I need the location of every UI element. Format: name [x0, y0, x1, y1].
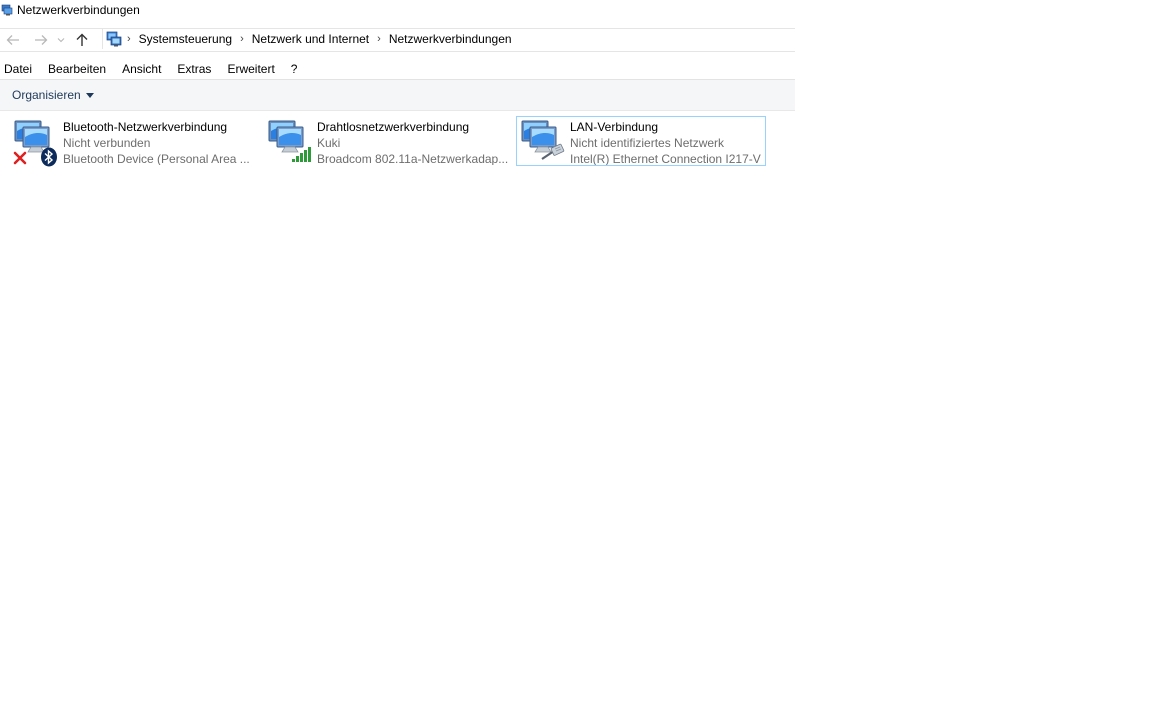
bluetooth-icon — [41, 147, 57, 167]
disconnected-x-icon — [13, 151, 27, 165]
connection-texts: Drahtlosnetzwerkverbindung Kuki Broadcom… — [317, 117, 508, 165]
breadcrumb-systemsteuerung[interactable]: Systemsteuerung — [139, 32, 232, 46]
ethernet-cable-icon — [541, 143, 565, 160]
breadcrumb-separator-icon[interactable]: › — [127, 33, 131, 45]
chevron-down-icon — [57, 38, 65, 43]
organize-button[interactable]: Organisieren — [12, 88, 94, 102]
connection-name: Bluetooth-Netzwerkverbindung — [63, 120, 228, 134]
back-arrow-icon — [6, 35, 19, 45]
network-computer-icon — [265, 117, 313, 165]
connection-name: Drahtlosnetzwerkverbindung — [317, 120, 470, 134]
connection-status: Nicht verbunden — [63, 136, 151, 150]
connection-status: Nicht identifiziertes Netzwerk — [570, 136, 725, 150]
connection-item-wireless[interactable]: Drahtlosnetzwerkverbindung Kuki Broadcom… — [264, 116, 512, 166]
network-computer-icon — [11, 117, 59, 167]
connection-status: Kuki — [317, 136, 341, 150]
recent-locations-button[interactable] — [54, 30, 68, 50]
connection-texts: LAN-Verbindung Nicht identifiziertes Net… — [570, 117, 761, 165]
menu-ansicht[interactable]: Ansicht — [117, 62, 169, 76]
forward-arrow-icon — [35, 35, 48, 45]
breadcrumb-separator-icon[interactable]: › — [240, 33, 244, 45]
connection-texts: Bluetooth-Netzwerkverbindung Nicht verbu… — [63, 117, 250, 165]
menu-help[interactable]: ? — [286, 62, 306, 76]
organize-label: Organisieren — [12, 88, 81, 102]
network-computer-icon — [518, 117, 566, 165]
menu-bearbeiten[interactable]: Bearbeiten — [43, 62, 114, 76]
title-bar: Netzwerkverbindungen — [0, 0, 795, 20]
navigation-bar: › Systemsteuerung › Netzwerk und Interne… — [0, 28, 795, 52]
forward-button[interactable] — [28, 30, 54, 50]
back-button[interactable] — [0, 30, 26, 50]
dropdown-caret-icon — [85, 92, 94, 98]
connection-device: Broadcom 802.11a-Netzwerkadap... — [317, 152, 509, 165]
up-arrow-icon — [76, 33, 88, 46]
window-title: Netzwerkverbindungen — [17, 3, 140, 17]
connection-device: Bluetooth Device (Personal Area ... — [63, 152, 250, 165]
menu-extras[interactable]: Extras — [172, 62, 219, 76]
up-button[interactable] — [69, 30, 95, 50]
address-bar[interactable]: › Systemsteuerung › Netzwerk und Interne… — [102, 29, 796, 49]
breadcrumb-netzwerkverbindungen[interactable]: Netzwerkverbindungen — [389, 32, 512, 46]
breadcrumb-separator-icon[interactable]: › — [377, 33, 381, 45]
menu-bar: Datei Bearbeiten Ansicht Extras Erweiter… — [0, 60, 308, 78]
connection-device: Intel(R) Ethernet Connection I217-V — [570, 152, 761, 165]
connection-item-lan[interactable]: LAN-Verbindung Nicht identifiziertes Net… — [516, 116, 766, 166]
breadcrumb-netzwerk-und-internet[interactable]: Netzwerk und Internet — [252, 32, 369, 46]
menu-erweitert[interactable]: Erweitert — [222, 62, 282, 76]
command-bar: Organisieren — [0, 79, 795, 111]
network-connections-app-icon — [1, 4, 13, 16]
connection-name: LAN-Verbindung — [570, 120, 659, 134]
connection-item-bluetooth[interactable]: Bluetooth-Netzwerkverbindung Nicht verbu… — [10, 116, 256, 167]
wifi-signal-icon — [292, 147, 311, 162]
control-panel-icon — [106, 31, 122, 47]
menu-datei[interactable]: Datei — [0, 62, 40, 76]
